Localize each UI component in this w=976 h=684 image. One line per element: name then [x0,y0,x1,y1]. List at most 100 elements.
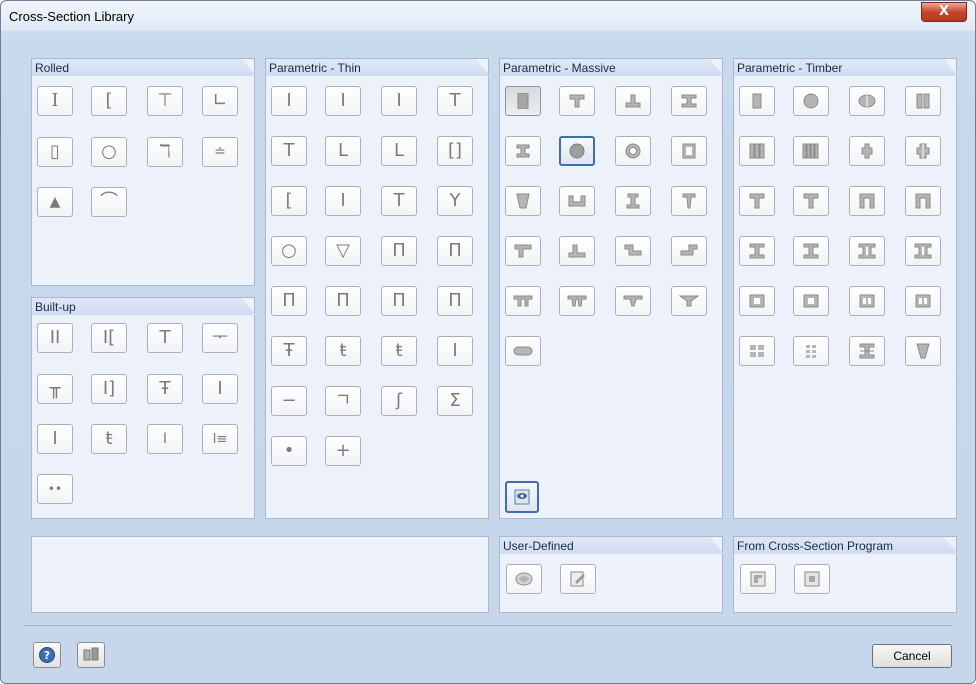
timber-section-button[interactable] [849,236,885,266]
rolled-rect-tube-button[interactable]: ▯ [37,137,73,167]
builtup-i-top-plate-button[interactable]: ŧ [91,424,127,454]
massive-t-button[interactable] [559,86,595,116]
thin-section-button[interactable]: ʃ [381,386,417,416]
thin-section-button[interactable]: [ [271,186,307,216]
timber-section-button[interactable] [739,286,775,316]
thin-section-button[interactable]: T [271,136,307,166]
builtup-double-i-button[interactable]: II [37,323,73,353]
thin-section-button[interactable]: Π [325,286,361,316]
thin-section-button[interactable]: ㄱ [325,386,361,416]
timber-section-button[interactable] [905,236,941,266]
close-button[interactable]: X [921,2,967,22]
timber-section-button[interactable] [849,86,885,116]
timber-section-button[interactable] [739,336,775,366]
builtup-i-bracket-button[interactable]: I] [91,374,127,404]
timber-section-button[interactable] [739,186,775,216]
timber-section-button[interactable] [793,186,829,216]
massive-trapezoid-button[interactable] [505,186,541,216]
builtup-i-channel-button[interactable]: I[ [91,323,127,353]
thin-section-button[interactable]: Π [437,236,473,266]
thin-section-button[interactable]: I [325,86,361,116]
user-defined-edit-button[interactable] [560,564,596,594]
massive-inv-t-button[interactable] [615,86,651,116]
massive-hollow-rect-button[interactable] [671,136,707,166]
builtup-double-t-button[interactable]: ᅮ [202,323,238,353]
massive-funnel-button[interactable] [671,286,707,316]
timber-section-button[interactable] [905,86,941,116]
massive-double-t2-button[interactable] [559,286,595,316]
shape-thin-import-button[interactable] [740,564,776,594]
thin-section-button[interactable]: Π [271,286,307,316]
builtup-double-bar-button[interactable]: •• [37,474,73,504]
thin-section-button[interactable]: L [381,136,417,166]
massive-i-tapered-button[interactable] [615,186,651,216]
builtup-i-box-button[interactable]: I≡ [202,424,238,454]
thin-section-button[interactable]: T [381,186,417,216]
thin-section-button[interactable]: ○ [271,236,307,266]
massive-t-tapered-button[interactable] [671,186,707,216]
thin-section-button[interactable]: • [271,436,307,466]
builtup-i-thin-button[interactable]: I [147,424,183,454]
timber-section-button[interactable] [793,336,829,366]
massive-circle-button[interactable] [559,136,595,166]
thin-section-button[interactable]: ▽ [325,236,361,266]
massive-t-taper2-button[interactable] [615,286,651,316]
massive-step-button[interactable] [615,236,651,266]
massive-z-button[interactable] [671,236,707,266]
rolled-bars-button[interactable]: ≐ [202,137,238,167]
help-button[interactable]: ? [33,642,61,668]
rolled-hat-button[interactable]: ⌒ [91,187,127,217]
massive-oval-button[interactable] [505,336,541,366]
builtup-t-plate-button[interactable]: T [147,323,183,353]
thin-section-button[interactable]: [] [437,136,473,166]
timber-section-button[interactable] [793,86,829,116]
rolled-t-section-button[interactable]: ⊤ [147,86,183,116]
thin-section-button[interactable]: ŧ [325,336,361,366]
timber-section-button[interactable] [905,186,941,216]
massive-rectangle-button[interactable] [505,86,541,116]
massive-i-variable-button[interactable] [505,136,541,166]
shape-massive-import-button[interactable] [794,564,830,594]
timber-section-button[interactable] [739,236,775,266]
timber-section-button[interactable] [793,236,829,266]
timber-section-button[interactable] [793,136,829,166]
thin-section-button[interactable]: Y [437,186,473,216]
thin-section-button[interactable]: + [325,436,361,466]
thin-section-button[interactable]: I [381,86,417,116]
timber-section-button[interactable] [849,186,885,216]
rolled-i-section-button[interactable]: I [37,86,73,116]
rolled-angle-button[interactable]: ∟ [202,86,238,116]
builtup-i-small-button[interactable]: I [37,424,73,454]
massive-l-button[interactable] [559,236,595,266]
builtup-i-plain-button[interactable]: I [202,374,238,404]
rolled-z-section-button[interactable]: ℸ [147,137,183,167]
timber-section-button[interactable] [739,136,775,166]
rolled-channel-button[interactable]: [ [91,86,127,116]
timber-section-button[interactable] [849,286,885,316]
builtup-i-stiffened-button[interactable]: Ŧ [147,374,183,404]
rolled-rail-button[interactable]: ▲ [37,187,73,217]
thin-section-button[interactable]: Π [381,286,417,316]
timber-section-button[interactable] [793,286,829,316]
timber-section-button[interactable] [905,136,941,166]
massive-i-button[interactable] [671,86,707,116]
massive-double-t-button[interactable] [505,286,541,316]
builtup-pi-button[interactable]: ╥ [37,374,73,404]
thin-section-button[interactable]: I [437,336,473,366]
timber-section-button[interactable] [905,286,941,316]
thin-section-button[interactable]: I [325,186,361,216]
massive-ring-button[interactable] [615,136,651,166]
massive-u-button[interactable] [559,186,595,216]
thin-section-button[interactable]: ŧ [381,336,417,366]
timber-section-button[interactable] [849,336,885,366]
thin-section-button[interactable]: I [271,86,307,116]
timber-section-button[interactable] [739,86,775,116]
cancel-button[interactable]: Cancel [872,644,952,668]
timber-section-button[interactable] [905,336,941,366]
timber-section-button[interactable] [849,136,885,166]
massive-t-offset-button[interactable] [505,236,541,266]
thin-section-button[interactable]: L [325,136,361,166]
units-button[interactable] [77,642,105,668]
thin-section-button[interactable]: − [271,386,307,416]
thin-section-button[interactable]: T [437,86,473,116]
